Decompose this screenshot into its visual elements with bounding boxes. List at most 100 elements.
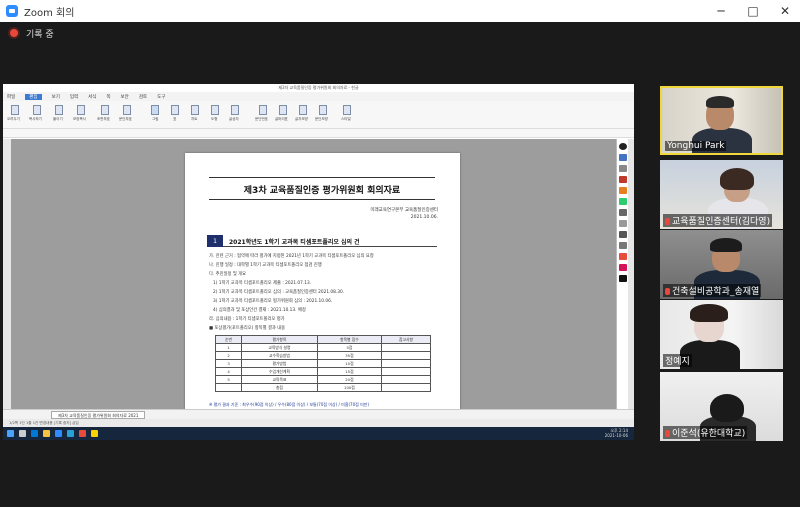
document-workarea[interactable]: 제3차 교육품질인증 평가위원회 회의자료 미래교육연구본부 교육품질인증센터 … [3, 139, 634, 411]
participant-name-text: 이준석(유한대학교) [672, 429, 746, 439]
score-table: 순번 평가항목 항목별 점수 참고사항 1 교육방식 설명 5점 2 교수학습방… [214, 335, 431, 392]
shared-screen[interactable]: 제3차 교육품질인증 평가위원회 회의자료 - 한글 파일 편집 보기 입력 서… [3, 84, 634, 440]
participant-name: 건축설비공학과_송재열 [663, 284, 762, 297]
status-bar: 1/2쪽 1단 1줄 1칸 변경내용 [기록 중지] 삽입 [3, 419, 634, 427]
paste-icon[interactable] [55, 105, 63, 115]
doc-paragraph: 3) 1학기 교과목 티셈포트폴리오 평가위원회 심의 : 2021.10.06… [213, 299, 333, 304]
participant-hair [720, 168, 754, 190]
doc-paragraph: 라. 심의내용 : 1학기 티셈포트폴리오 평가 [209, 317, 285, 322]
participant-name: 교육품질인증센터(김다영) [663, 214, 773, 227]
chart-icon[interactable] [191, 105, 199, 115]
menu-item-edit[interactable]: 편집 [25, 93, 42, 100]
participant-tile[interactable]: Yonghui Park [660, 86, 783, 155]
minimize-button[interactable]: ─ [706, 0, 736, 22]
hwp-window-title: 제3차 교육품질인증 평가위원회 회의자료 - 한글 [3, 84, 634, 92]
picture-icon[interactable] [151, 105, 159, 115]
table-cell: 수업개선계획 [241, 367, 318, 376]
document-tab-bar: 제3차 교육품질인증 평가위원회 회의자료 2021 [3, 409, 634, 419]
cut-icon[interactable] [11, 105, 19, 115]
format-copy-icon[interactable] [77, 105, 85, 115]
windows-start-icon[interactable] [7, 430, 14, 437]
annotation-toolbar[interactable] [616, 139, 628, 409]
participant-name: 정예지 [663, 354, 692, 367]
ribbon-label: 표 [173, 117, 177, 121]
participant-name: 이준석(유한대학교) [663, 426, 748, 439]
para-shape-icon[interactable] [319, 105, 327, 115]
ribbon-label: 그림 [152, 117, 159, 121]
undo-icon[interactable] [618, 231, 627, 238]
doc-paragraph: 1) 1학기 교과목 티셈포트폴리오 제출 : 2021.07.13. [213, 281, 312, 286]
char-shape-icon[interactable] [299, 105, 307, 115]
clear-icon[interactable] [618, 242, 627, 249]
close-button[interactable]: ✕ [770, 0, 800, 22]
green-pen-icon[interactable] [618, 198, 627, 205]
pen-icon[interactable] [618, 143, 627, 150]
shape-tool-icon[interactable] [618, 220, 627, 227]
orange-pen-icon[interactable] [618, 187, 627, 194]
markup-icon[interactable] [101, 105, 109, 115]
table-cell [381, 383, 431, 392]
doc-paragraph: 가. 관련 근거 : 협약에 따라 평가에 지정된 2021년 1학기 교과목 … [209, 254, 374, 259]
clock-date: 2021-10-06 [604, 432, 628, 438]
recording-label: 기록 중 [26, 29, 54, 40]
participant-name-text: 교육품질인증센터(김다영) [672, 217, 771, 227]
line-icon[interactable] [618, 209, 627, 216]
document-tab[interactable]: 제3차 교육품질인증 평가위원회 회의자료 2021 [51, 411, 146, 419]
hwp-taskbar-icon[interactable] [67, 430, 74, 437]
participant-hair [690, 304, 728, 322]
color-black-icon[interactable] [618, 275, 627, 282]
menu-item-file[interactable]: 파일 [7, 94, 15, 100]
textbox-icon[interactable] [231, 105, 239, 115]
menu-item-tools[interactable]: 도구 [157, 94, 165, 100]
ribbon-label: 오려두기 [7, 117, 20, 121]
muted-mic-icon [665, 218, 670, 225]
participant-tile[interactable]: 이준석(유한대학교) [660, 372, 783, 441]
ribbon-label: 문단부호 [119, 117, 132, 121]
ribbon-label: 붙이기 [53, 117, 63, 121]
table-cell [214, 383, 243, 392]
color-red-icon[interactable] [618, 253, 627, 260]
menu-item-review[interactable]: 검토 [139, 94, 147, 100]
table-cell: 5점 [316, 343, 383, 352]
paragraph-mark-icon[interactable] [123, 105, 131, 115]
title-rule [209, 199, 435, 200]
copy-icon[interactable] [33, 105, 41, 115]
document-page[interactable]: 제3차 교육품질인증 평가위원회 회의자료 미래교육연구본부 교육품질인증센터 … [185, 153, 460, 411]
zoom-taskbar-icon[interactable] [55, 430, 62, 437]
red-pen-icon[interactable] [618, 176, 627, 183]
folder-icon[interactable] [43, 430, 50, 437]
participant-tile[interactable]: 건축설비공학과_송재열 [660, 230, 783, 299]
highlighter-icon[interactable] [618, 154, 627, 161]
menu-item-view[interactable]: 보기 [52, 94, 60, 100]
style-icon[interactable] [343, 105, 351, 115]
bullet-icon[interactable] [279, 105, 287, 115]
color-pink-icon[interactable] [618, 264, 627, 271]
participant-hair [706, 96, 734, 108]
participant-tile[interactable]: 정예지 [660, 300, 783, 369]
participant-tile[interactable]: 교육품질인증센터(김다영) [660, 160, 783, 229]
ribbon-label: 스타일 [341, 117, 351, 121]
muted-mic-icon [665, 430, 670, 437]
muted-mic-icon [665, 288, 670, 295]
menu-item-security[interactable]: 보안 [121, 94, 129, 100]
search-icon[interactable] [19, 430, 26, 437]
ribbon-label: 조판부호 [97, 117, 110, 121]
table-row: 3 평가방법 10점 [214, 359, 431, 368]
kakaotalk-icon[interactable] [91, 430, 98, 437]
table-header: 참고사항 [381, 335, 431, 344]
table-cell: 평가방법 [241, 359, 318, 368]
table-cell: 총점 [241, 383, 318, 392]
hwp-menu-bar: 파일 편집 보기 입력 서식 쪽 보안 검토 도구 [3, 92, 634, 101]
shape-icon[interactable] [211, 105, 219, 115]
menu-item-format[interactable]: 서식 [88, 94, 96, 100]
menu-item-page[interactable]: 쪽 [106, 94, 110, 100]
maximize-button[interactable]: □ [738, 0, 768, 22]
table-icon[interactable] [171, 105, 179, 115]
edge-icon[interactable] [31, 430, 38, 437]
vertical-scrollbar[interactable] [628, 139, 634, 409]
app-taskbar-icon[interactable] [79, 430, 86, 437]
eraser-icon[interactable] [618, 165, 627, 172]
menu-item-insert[interactable]: 입력 [70, 94, 78, 100]
table-cell: 3 [214, 359, 243, 368]
numbering-icon[interactable] [259, 105, 267, 115]
